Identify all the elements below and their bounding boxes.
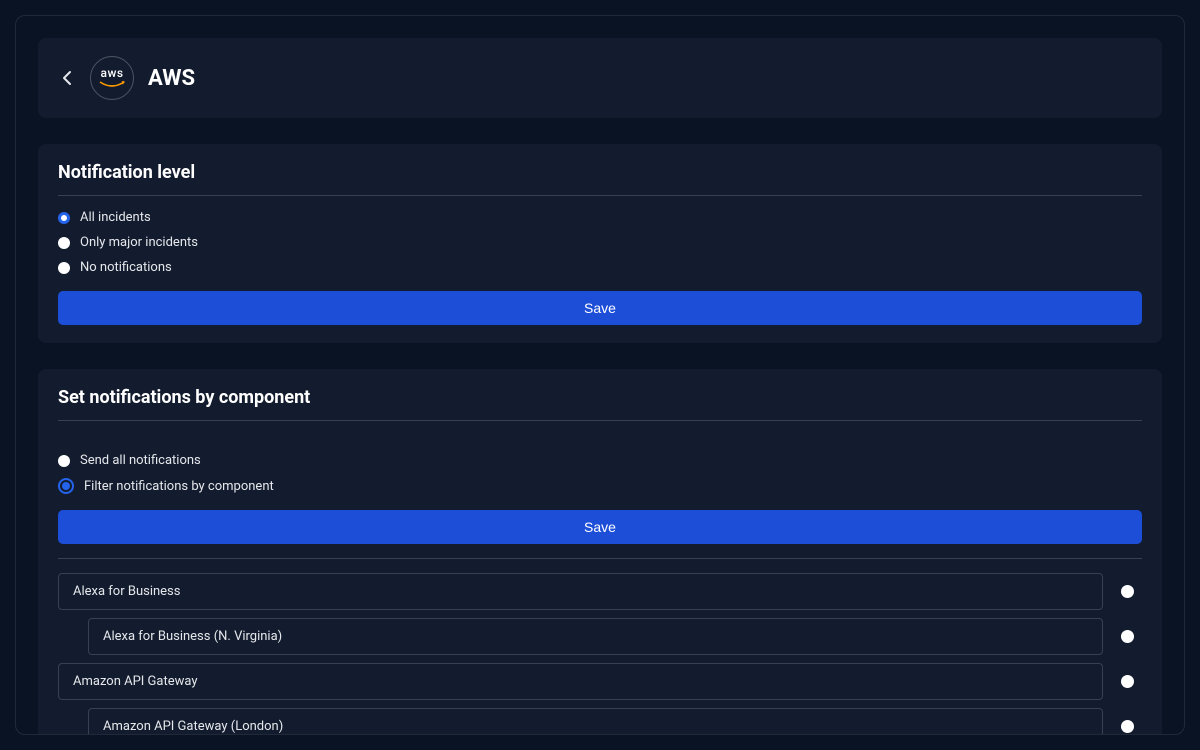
radio-label: All incidents: [80, 210, 151, 225]
radio-label: Filter notifications by component: [84, 479, 274, 494]
notification-level-card: Notification level All incidents Only ma…: [38, 144, 1162, 343]
radio-label: Only major incidents: [80, 235, 198, 250]
component-row-api-gateway: Amazon API Gateway: [58, 663, 1142, 700]
by-component-radio-group: Send all notifications Filter notificati…: [58, 453, 1142, 494]
notification-level-title: Notification level: [58, 162, 1142, 196]
by-component-title: Set notifications by component: [58, 387, 1142, 421]
radio-icon: [58, 262, 70, 274]
radio-no-notifications[interactable]: No notifications: [58, 260, 1142, 275]
radio-only-major[interactable]: Only major incidents: [58, 235, 1142, 250]
page-header: aws AWS: [38, 38, 1162, 118]
radio-label: No notifications: [80, 260, 172, 275]
divider: [58, 558, 1142, 559]
component-label[interactable]: Amazon API Gateway: [58, 663, 1103, 700]
component-list: Alexa for Business Alexa for Business (N…: [58, 573, 1142, 735]
radio-filter-by-component[interactable]: Filter notifications by component: [58, 478, 1142, 494]
by-component-card: Set notifications by component Send all …: [38, 369, 1162, 735]
app-frame: aws AWS Notification level All incidents…: [15, 15, 1185, 735]
radio-label: Send all notifications: [80, 453, 201, 468]
component-toggle[interactable]: [1121, 585, 1134, 598]
aws-logo: aws: [90, 56, 134, 100]
component-label[interactable]: Alexa for Business: [58, 573, 1103, 610]
aws-smile-icon: [99, 81, 125, 89]
component-row-alexa-nvirginia: Alexa for Business (N. Virginia): [58, 618, 1142, 655]
radio-send-all[interactable]: Send all notifications: [58, 453, 1142, 468]
save-button[interactable]: Save: [58, 510, 1142, 544]
component-label[interactable]: Alexa for Business (N. Virginia): [88, 618, 1103, 655]
component-row-api-gateway-london: Amazon API Gateway (London): [58, 708, 1142, 735]
chevron-left-icon: [62, 70, 72, 86]
component-toggle[interactable]: [1121, 720, 1134, 733]
component-toggle[interactable]: [1121, 675, 1134, 688]
back-button[interactable]: [58, 69, 76, 87]
radio-icon: [58, 455, 70, 467]
aws-logo-text: aws: [100, 67, 123, 79]
component-toggle[interactable]: [1121, 630, 1134, 643]
radio-icon: [58, 212, 70, 224]
radio-all-incidents[interactable]: All incidents: [58, 210, 1142, 225]
component-label[interactable]: Amazon API Gateway (London): [88, 708, 1103, 735]
radio-icon: [58, 237, 70, 249]
component-row-alexa-for-business: Alexa for Business: [58, 573, 1142, 610]
radio-icon: [58, 478, 74, 494]
save-button[interactable]: Save: [58, 291, 1142, 325]
page-title: AWS: [148, 66, 195, 91]
notification-level-radio-group: All incidents Only major incidents No no…: [58, 210, 1142, 275]
